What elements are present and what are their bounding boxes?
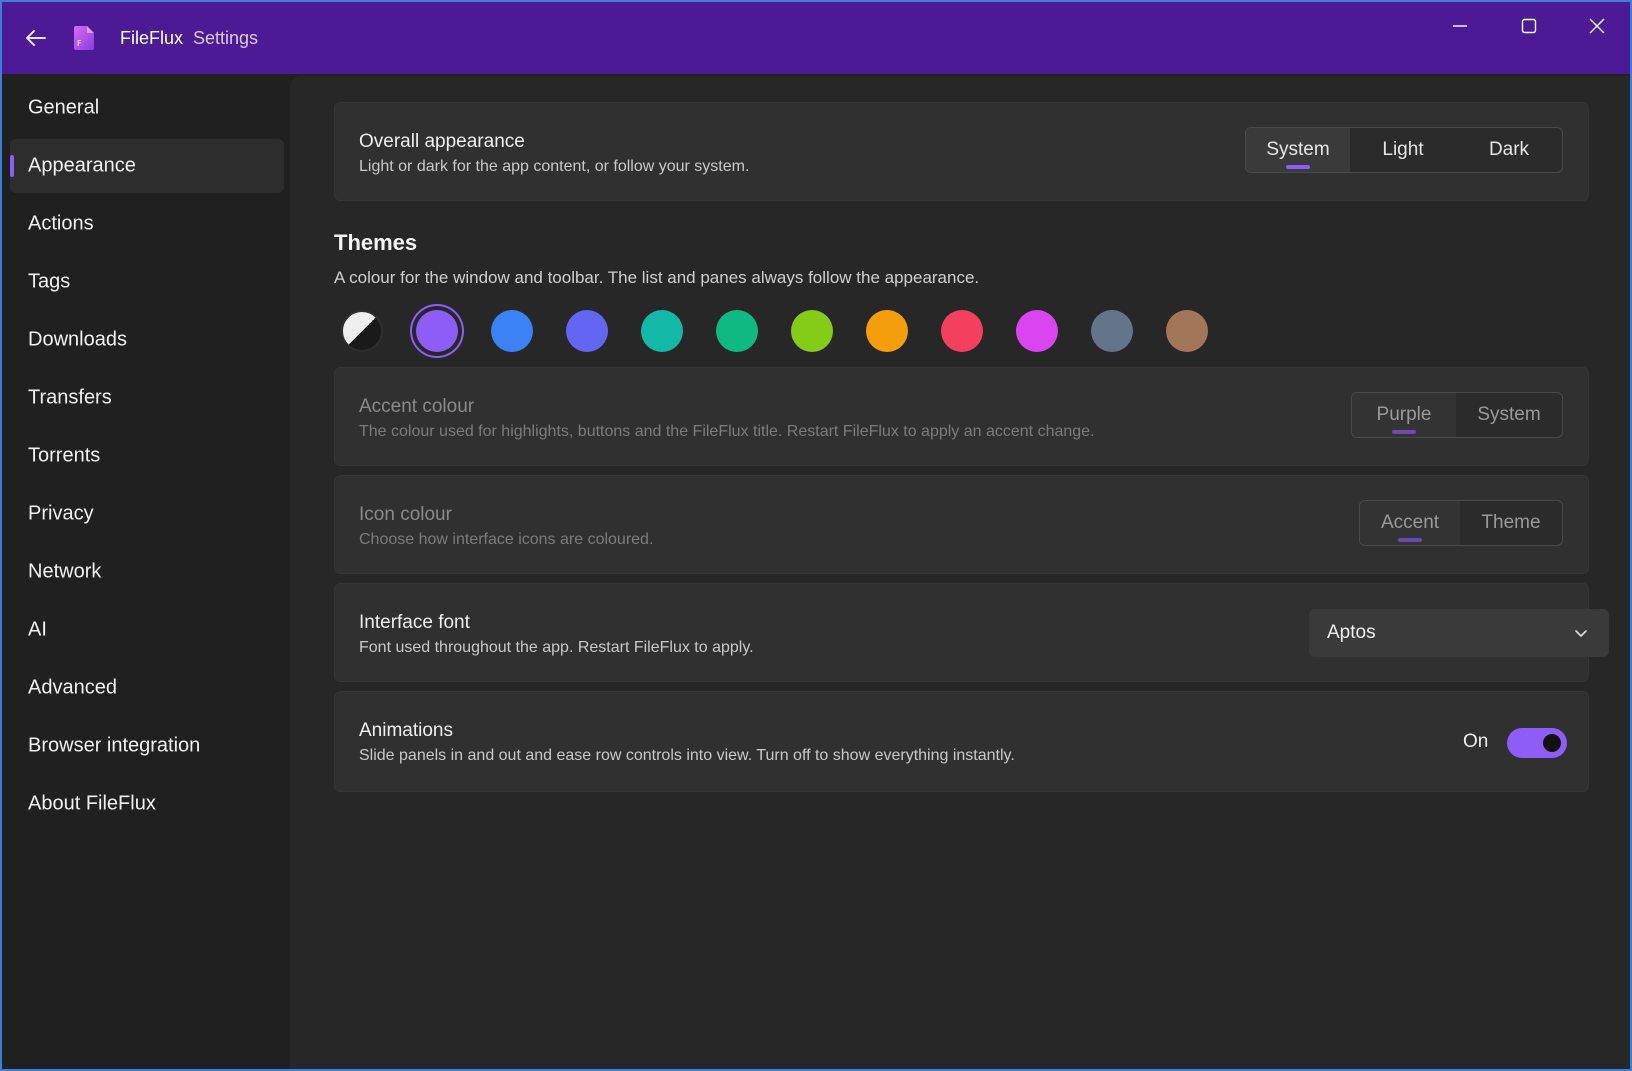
- sidebar-item-label: AI: [28, 618, 47, 641]
- sidebar-item-appearance[interactable]: Appearance: [10, 139, 284, 193]
- overall-appearance-card: Overall appearance Light or dark for the…: [334, 102, 1589, 201]
- maximize-button[interactable]: [1495, 2, 1563, 50]
- card-description: Choose how interface icons are coloured.: [359, 531, 654, 548]
- sidebar-item-actions[interactable]: Actions: [10, 197, 284, 251]
- icon-colour-option-theme[interactable]: Theme: [1460, 501, 1562, 545]
- sidebar-item-advanced[interactable]: Advanced: [10, 661, 284, 715]
- card-title: Icon colour: [359, 504, 452, 525]
- sidebar-item-torrents[interactable]: Torrents: [10, 429, 284, 483]
- sidebar-item-label: Appearance: [28, 154, 136, 177]
- theme-swatch-rose[interactable]: [941, 310, 983, 352]
- sidebar-item-label: Browser integration: [28, 734, 201, 757]
- sidebar-item-label: Actions: [28, 212, 94, 235]
- settings-content: Overall appearance Light or dark for the…: [290, 76, 1630, 1069]
- accent-colour-card: Accent colour The colour used for highli…: [334, 367, 1589, 466]
- back-button[interactable]: [16, 20, 56, 56]
- sidebar-item-label: General: [28, 96, 100, 119]
- theme-swatch-blue[interactable]: [491, 310, 533, 352]
- back-arrow-icon: [26, 30, 46, 46]
- sidebar-item-label: Downloads: [28, 328, 127, 351]
- svg-text:F: F: [77, 39, 82, 48]
- sidebar-item-label: Tags: [28, 270, 71, 293]
- appearance-option-light[interactable]: Light: [1350, 128, 1456, 172]
- sidebar-item-downloads[interactable]: Downloads: [10, 313, 284, 367]
- theme-swatch-auto[interactable]: [341, 310, 383, 352]
- animations-toggle[interactable]: [1507, 728, 1567, 758]
- minimize-icon: [1453, 25, 1467, 27]
- accent-option-purple[interactable]: Purple: [1352, 393, 1456, 437]
- theme-swatch-brown[interactable]: [1166, 310, 1208, 352]
- sidebar-item-general[interactable]: General: [10, 81, 284, 135]
- animations-state-label: On: [1463, 731, 1489, 752]
- icon-colour-segmented-control: Accent Theme: [1359, 500, 1563, 546]
- animations-card: Animations Slide panels in and out and e…: [334, 691, 1589, 792]
- sidebar-item-label: Advanced: [28, 676, 117, 699]
- theme-swatch-indigo[interactable]: [566, 310, 608, 352]
- sidebar-item-privacy[interactable]: Privacy: [10, 487, 284, 541]
- card-title: Animations: [359, 720, 453, 741]
- appearance-option-system[interactable]: System: [1246, 128, 1350, 172]
- close-icon: [1589, 18, 1605, 34]
- close-button[interactable]: [1563, 2, 1630, 50]
- settings-window: F FileFlux Settings General Appearance A…: [0, 0, 1632, 1071]
- toggle-knob: [1543, 734, 1561, 752]
- theme-swatch-slate[interactable]: [1091, 310, 1133, 352]
- theme-swatch-purple[interactable]: [416, 310, 458, 352]
- theme-swatch-lime[interactable]: [791, 310, 833, 352]
- sidebar-item-label: Network: [28, 560, 102, 583]
- icon-colour-card: Icon colour Choose how interface icons a…: [334, 475, 1589, 574]
- card-title: Interface font: [359, 612, 470, 633]
- theme-swatch-teal[interactable]: [641, 310, 683, 352]
- sidebar-item-label: Privacy: [28, 502, 94, 525]
- card-description: Slide panels in and out and ease row con…: [359, 747, 1015, 764]
- sidebar-item-about[interactable]: About FileFlux: [10, 777, 284, 831]
- accent-segmented-control: Purple System: [1351, 392, 1563, 438]
- sidebar-item-label: About FileFlux: [28, 792, 156, 815]
- sidebar-item-label: Transfers: [28, 386, 112, 409]
- maximize-icon: [1521, 18, 1537, 34]
- dropdown-value: Aptos: [1327, 622, 1376, 643]
- theme-swatch-amber[interactable]: [866, 310, 908, 352]
- sidebar-item-ai[interactable]: AI: [10, 603, 284, 657]
- accent-option-system[interactable]: System: [1456, 393, 1562, 437]
- chevron-down-icon: [1575, 630, 1587, 637]
- page-title: Settings: [193, 28, 259, 48]
- icon-colour-option-accent[interactable]: Accent: [1360, 501, 1460, 545]
- sidebar-item-network[interactable]: Network: [10, 545, 284, 599]
- settings-sidebar: General Appearance Actions Tags Download…: [2, 74, 290, 1069]
- card-title: Overall appearance: [359, 131, 525, 152]
- sidebar-item-tags[interactable]: Tags: [10, 255, 284, 309]
- theme-swatch-green[interactable]: [716, 310, 758, 352]
- card-title: Accent colour: [359, 396, 475, 417]
- appearance-segmented-control: System Light Dark: [1245, 127, 1563, 173]
- themes-description: A colour for the window and toolbar. The…: [334, 268, 980, 287]
- sidebar-item-label: Torrents: [28, 444, 101, 467]
- fileflux-logo-icon: F: [74, 26, 94, 50]
- title-bar: F FileFlux Settings: [2, 2, 1630, 74]
- card-description: Font used throughout the app. Restart Fi…: [359, 639, 754, 656]
- appearance-option-dark[interactable]: Dark: [1456, 128, 1562, 172]
- themes-heading: Themes: [334, 230, 418, 255]
- minimize-button[interactable]: [1426, 2, 1494, 50]
- interface-font-dropdown[interactable]: Aptos: [1309, 609, 1609, 657]
- theme-swatch-fuchsia[interactable]: [1016, 310, 1058, 352]
- interface-font-card: Interface font Font used throughout the …: [334, 583, 1609, 682]
- sidebar-item-transfers[interactable]: Transfers: [10, 371, 284, 425]
- card-description: The colour used for highlights, buttons …: [359, 423, 1095, 440]
- app-title: FileFlux: [120, 28, 184, 48]
- card-description: Light or dark for the app content, or fo…: [359, 158, 750, 175]
- sidebar-item-browser-integration[interactable]: Browser integration: [10, 719, 284, 773]
